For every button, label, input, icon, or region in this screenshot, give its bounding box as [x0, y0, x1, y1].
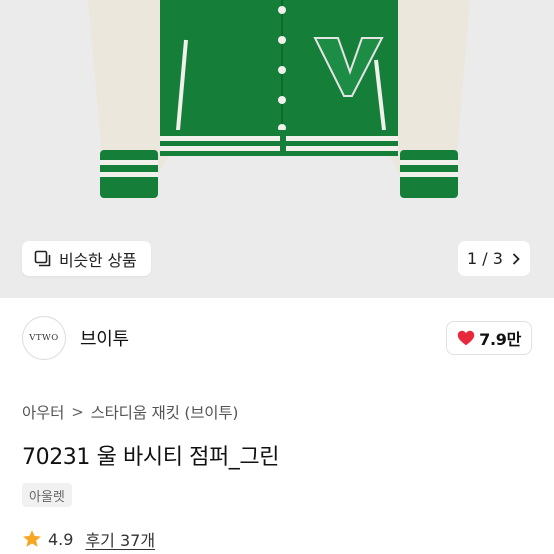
rating-score: 4.9	[48, 529, 74, 549]
breadcrumb-category[interactable]: 아우터	[22, 401, 64, 423]
similar-items-button[interactable]: 비슷한 상품	[22, 241, 151, 276]
star-icon	[23, 530, 41, 547]
like-count: 7.9만	[479, 330, 521, 349]
product-image-carousel[interactable]: 비슷한 상품 1 / 3	[0, 0, 554, 298]
brand-logo[interactable]: VTWO	[22, 316, 66, 360]
outlet-badge: 아울렛	[22, 483, 72, 507]
product-title: 70231 울 바시티 점퍼_그린	[22, 445, 280, 470]
like-button[interactable]: 7.9만	[446, 321, 532, 355]
reviews-link[interactable]: 후기 37개	[85, 527, 155, 551]
similar-items-icon	[34, 250, 51, 267]
breadcrumb: 아우터 > 스타디움 재킷 (브이투)	[22, 401, 238, 423]
chevron-right-icon	[512, 252, 520, 265]
image-pager-text: 1 / 3	[467, 249, 503, 268]
heart-icon	[457, 330, 475, 346]
brand-row: VTWO 브이투 7.9만	[22, 313, 532, 363]
image-pager-button[interactable]: 1 / 3	[458, 241, 530, 276]
similar-items-label: 비슷한 상품	[59, 250, 137, 270]
breadcrumb-subcategory[interactable]: 스타디움 재킷 (브이투)	[91, 401, 239, 423]
breadcrumb-separator: >	[71, 403, 84, 421]
brand-name[interactable]: 브이투	[80, 325, 129, 351]
rating-summary: 4.9 후기 37개	[22, 527, 155, 551]
